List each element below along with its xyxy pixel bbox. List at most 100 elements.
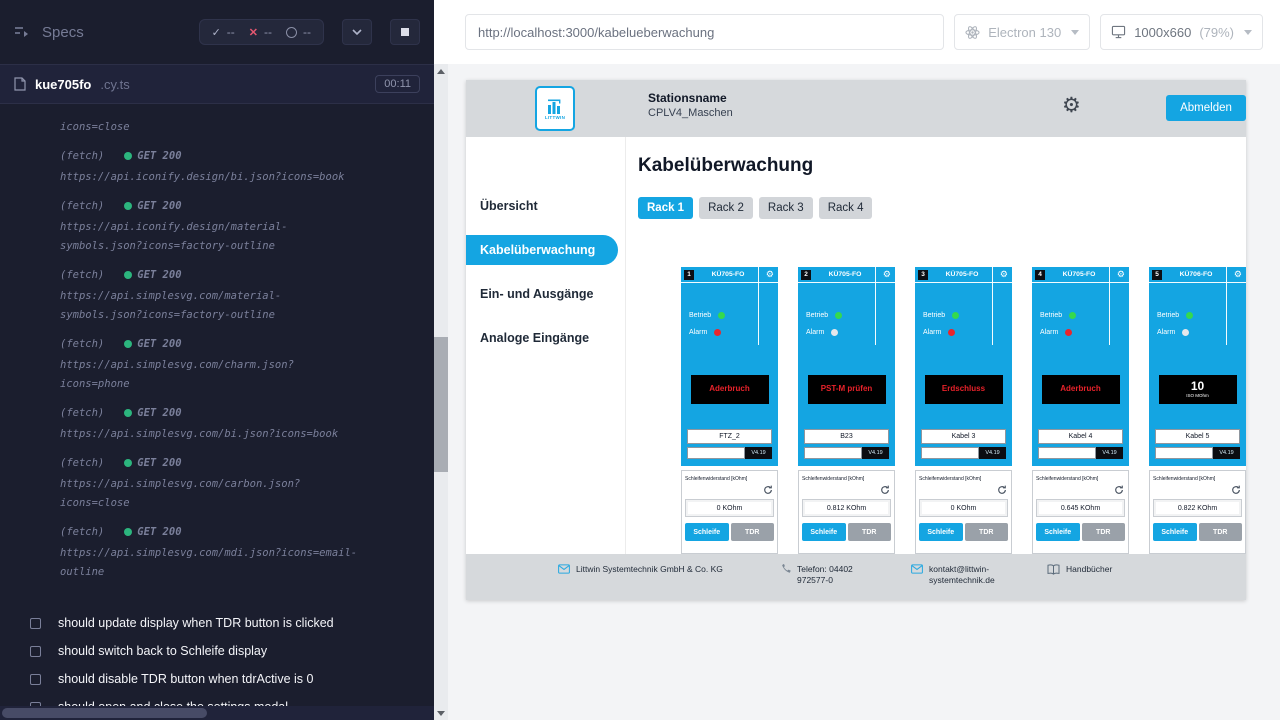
refresh-icon[interactable]: [802, 485, 890, 497]
logout-button[interactable]: Abmelden: [1166, 95, 1246, 121]
browser-url-bar: http://localhost:3000/kabelueberwachung …: [448, 0, 1280, 64]
scrollbar-spacer: [434, 0, 448, 64]
vertical-scrollbar[interactable]: [434, 0, 448, 720]
settings-gear-icon[interactable]: ⚙: [1062, 94, 1081, 118]
led-label: Alarm: [806, 329, 824, 336]
module-panel: ⚙ 3KÜ705-FO Betrieb Alarm Erdschluss Kab…: [915, 267, 1012, 466]
sidebar-item-ein-ausgaenge[interactable]: Ein- und Ausgänge: [466, 272, 625, 316]
scroll-down-arrow-icon[interactable]: [434, 706, 448, 720]
stop-button[interactable]: [390, 19, 420, 45]
led-label: Betrieb: [923, 312, 945, 319]
app-sidebar: Übersicht Kabelüberwachung Ein- und Ausg…: [466, 137, 626, 554]
tab-rack-3[interactable]: Rack 3: [759, 197, 813, 219]
module-gear-icon[interactable]: ⚙: [766, 267, 774, 281]
phone-icon: [780, 564, 791, 575]
test-item[interactable]: should disable TDR button when tdrActive…: [30, 665, 420, 693]
network-log-entry[interactable]: (fetch)GET 200 https://api.simplesvg.com…: [60, 526, 424, 582]
network-log-entry[interactable]: (fetch)GET 200 https://api.simplesvg.com…: [60, 269, 424, 325]
network-log-entry[interactable]: (fetch)GET 200 https://api.simplesvg.com…: [60, 338, 424, 394]
module-cards: ⚙ 1KÜ705-FO Betrieb Alarm Aderbruch FTZ_…: [681, 267, 1246, 554]
module-gear-icon[interactable]: ⚙: [1000, 267, 1008, 281]
measure-value: 0 KOhm: [685, 499, 774, 517]
refresh-icon[interactable]: [1036, 485, 1124, 497]
schleife-button[interactable]: Schleife: [802, 523, 846, 541]
module-card-4: ⚙ 4KÜ705-FO Betrieb Alarm Aderbruch Kabe…: [1032, 267, 1129, 554]
horizontal-scrollbar[interactable]: [0, 706, 434, 720]
fetch-tag: (fetch): [60, 200, 104, 212]
browser-selector[interactable]: Electron 130: [954, 14, 1090, 50]
specs-label: Specs: [42, 24, 84, 41]
tdr-button[interactable]: TDR: [1082, 523, 1126, 541]
network-log-entry[interactable]: (fetch)GET 200 https://api.iconify.desig…: [60, 200, 424, 256]
channel-name: FTZ_2: [687, 429, 772, 444]
success-dot-icon: [124, 528, 132, 536]
network-log-entry[interactable]: (fetch)GET 200 https://api.simplesvg.com…: [60, 457, 424, 513]
network-log-entry[interactable]: (fetch)GET 200 https://api.simplesvg.com…: [60, 407, 424, 444]
reporter-header: Specs ✓-- ✕-- --: [0, 0, 434, 64]
success-dot-icon: [124, 409, 132, 417]
betrieb-led-icon: [952, 312, 959, 319]
schleife-button[interactable]: Schleife: [1153, 523, 1197, 541]
request-url: https://api.simplesvg.com/carbon.json?ic…: [60, 475, 358, 513]
x-icon: ✕: [249, 26, 258, 39]
vertical-scrollbar-thumb[interactable]: [434, 337, 448, 472]
firmware-version: V4.19: [979, 447, 1006, 459]
horizontal-scrollbar-thumb[interactable]: [2, 708, 207, 718]
module-gear-icon[interactable]: ⚙: [1117, 267, 1125, 281]
schleife-button[interactable]: Schleife: [1036, 523, 1080, 541]
schleife-button[interactable]: Schleife: [919, 523, 963, 541]
test-state-icon: [30, 618, 41, 629]
sidebar-item-kabelueberwachung[interactable]: Kabelüberwachung: [466, 235, 618, 265]
alarm-led-icon: [1182, 329, 1189, 336]
led-label: Alarm: [689, 329, 707, 336]
test-item[interactable]: should update display when TDR button is…: [30, 609, 420, 637]
test-stats: ✓-- ✕-- --: [199, 19, 324, 45]
tdr-button[interactable]: TDR: [965, 523, 1009, 541]
led-label: Alarm: [1040, 329, 1058, 336]
app-header: LITTWIN Stationsname CPLV4_Maschen ⚙ Abm…: [466, 80, 1246, 137]
collapse-button[interactable]: [342, 19, 372, 45]
stat-failed: ✕--: [249, 25, 272, 39]
tab-rack-4[interactable]: Rack 4: [819, 197, 873, 219]
test-item[interactable]: should switch back to Schleife display: [30, 637, 420, 665]
viewport-selector[interactable]: 1000x660 (79%): [1100, 14, 1263, 50]
tdr-button[interactable]: TDR: [731, 523, 775, 541]
led-label: Alarm: [1157, 329, 1175, 336]
footer-phone-text: Telefon: 04402 972577-0: [797, 564, 885, 586]
refresh-icon[interactable]: [685, 485, 773, 497]
led-label: Alarm: [923, 329, 941, 336]
http-status: GET 200: [137, 269, 181, 281]
http-status: GET 200: [137, 150, 181, 162]
module-gear-icon[interactable]: ⚙: [883, 267, 891, 281]
tab-rack-1[interactable]: Rack 1: [638, 197, 693, 219]
sidebar-item-uebersicht[interactable]: Übersicht: [466, 184, 625, 228]
network-log-entry[interactable]: (fetch)GET 200 https://api.iconify.desig…: [60, 150, 424, 187]
http-status: GET 200: [137, 457, 181, 469]
fetch-tag: (fetch): [60, 150, 104, 162]
measure-label: Schleifenwiderstand [kOhm]: [802, 475, 891, 483]
module-number: 2: [801, 270, 811, 280]
url-input[interactable]: http://localhost:3000/kabelueberwachung: [465, 14, 944, 50]
schleife-button[interactable]: Schleife: [685, 523, 729, 541]
browser-name: Electron 130: [988, 25, 1061, 40]
footer-manuals[interactable]: Handbücher: [1047, 564, 1112, 575]
refresh-icon[interactable]: [1153, 485, 1241, 497]
station-name: CPLV4_Maschen: [648, 106, 733, 121]
specs-menu-icon[interactable]: [14, 25, 32, 39]
crane-building-icon: [546, 98, 564, 114]
sidebar-item-analoge-eingaenge[interactable]: Analoge Eingänge: [466, 316, 625, 360]
book-icon: [1047, 564, 1060, 575]
refresh-icon[interactable]: [919, 485, 1007, 497]
kabelueberwachung-app: LITTWIN Stationsname CPLV4_Maschen ⚙ Abm…: [466, 80, 1246, 600]
vertical-scrollbar-track[interactable]: [434, 64, 448, 720]
module-gear-icon[interactable]: ⚙: [1234, 267, 1242, 281]
scroll-up-arrow-icon[interactable]: [434, 64, 448, 78]
module-slot: [687, 447, 745, 459]
tdr-button[interactable]: TDR: [848, 523, 892, 541]
tdr-button[interactable]: TDR: [1199, 523, 1243, 541]
alarm-led-icon: [714, 329, 721, 336]
log-wrapped-line: icons=close: [60, 120, 424, 134]
spec-name: kue705fo: [35, 77, 91, 92]
tab-rack-2[interactable]: Rack 2: [699, 197, 753, 219]
spec-file-row[interactable]: kue705fo .cy.ts 00:11: [0, 64, 434, 104]
